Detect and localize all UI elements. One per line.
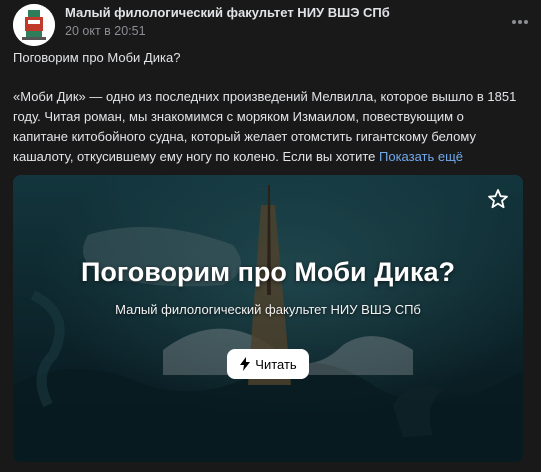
post-body-line: году. Читая роман, мы знакомимся с моряк… — [13, 109, 464, 124]
card-subtitle: Малый филологический факультет НИУ ВШЭ С… — [115, 302, 421, 317]
card-title: Поговорим про Моби Дика? — [81, 257, 455, 287]
show-more-link[interactable]: Показать ещё — [379, 149, 463, 164]
community-logo-icon — [13, 4, 55, 46]
post-date[interactable]: 20 окт в 20:51 — [65, 24, 146, 38]
post-body: «Моби Дик» — одно из последних произведе… — [13, 87, 528, 167]
lightning-icon — [240, 357, 251, 371]
post: Малый филологический факультет НИУ ВШЭ С… — [0, 0, 541, 472]
post-title: Поговорим про Моби Дика? — [13, 50, 181, 65]
card-overlay — [13, 175, 523, 462]
post-body-line-last: кашалоту, откусившему ему ногу по колено… — [13, 147, 528, 167]
author-name[interactable]: Малый филологический факультет НИУ ВШЭ С… — [65, 5, 390, 20]
community-avatar[interactable] — [13, 4, 55, 46]
read-button[interactable]: Читать — [227, 349, 309, 379]
read-button-label: Читать — [255, 356, 297, 372]
post-body-line: капитане китобойного судна, который жела… — [13, 129, 476, 144]
more-options-icon[interactable] — [510, 14, 530, 30]
article-card[interactable]: Поговорим про Моби Дика? Малый филологич… — [13, 175, 523, 462]
favorite-star-icon[interactable] — [486, 187, 510, 211]
post-body-line: «Моби Дик» — одно из последних произведе… — [13, 89, 517, 104]
post-body-line: кашалоту, откусившему ему ногу по колено… — [13, 149, 376, 164]
